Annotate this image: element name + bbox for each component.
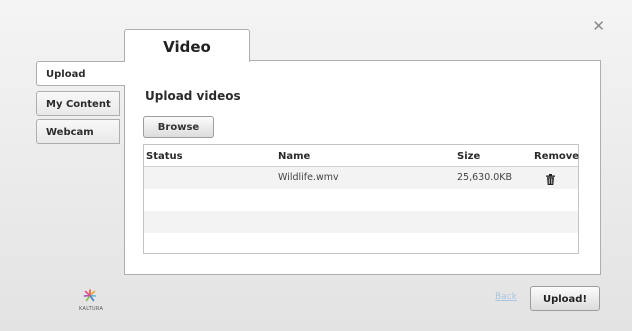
logo-text: KALTURA [79,306,104,312]
browse-button[interactable]: Browse [143,116,214,138]
sidebar-item-my-content[interactable]: My Content [36,91,120,116]
table-row [144,211,578,233]
row-name: Wildlife.wmv [278,172,339,183]
table-row [144,189,578,211]
kaltura-logo-icon [83,289,97,302]
sidebar-item-label: My Content [46,99,111,110]
column-header-name[interactable]: Name [278,145,310,168]
page-title: Upload videos [145,89,241,103]
sidebar-item-upload[interactable]: Upload [36,61,125,86]
trash-icon[interactable] [546,172,555,185]
close-icon[interactable]: ✕ [592,19,605,34]
sidebar-item-webcam[interactable]: Webcam [36,119,120,144]
upload-dialog: ✕ Video Upload My Content Webcam Upload … [0,0,632,331]
table-row [144,233,578,255]
upload-button[interactable]: Upload! [530,286,600,311]
back-link[interactable]: Back [495,292,517,302]
tab-video[interactable]: Video [124,29,250,62]
column-header-remove: Remove [534,151,580,162]
column-header-status[interactable]: Status [146,145,183,168]
kaltura-logo: KALTURA [79,287,104,312]
table-row[interactable]: Wildlife.wmv 25,630.0KB [144,167,578,189]
column-header-size[interactable]: Size [457,145,480,168]
row-size: 25,630.0KB [457,172,513,183]
table-header: Status Name Size Remove [144,145,580,168]
upload-table: Status Name Size Remove Wildlife.wmv 25,… [143,144,579,254]
sidebar-item-label: Upload [46,69,86,80]
sidebar-item-label: Webcam [46,127,94,138]
